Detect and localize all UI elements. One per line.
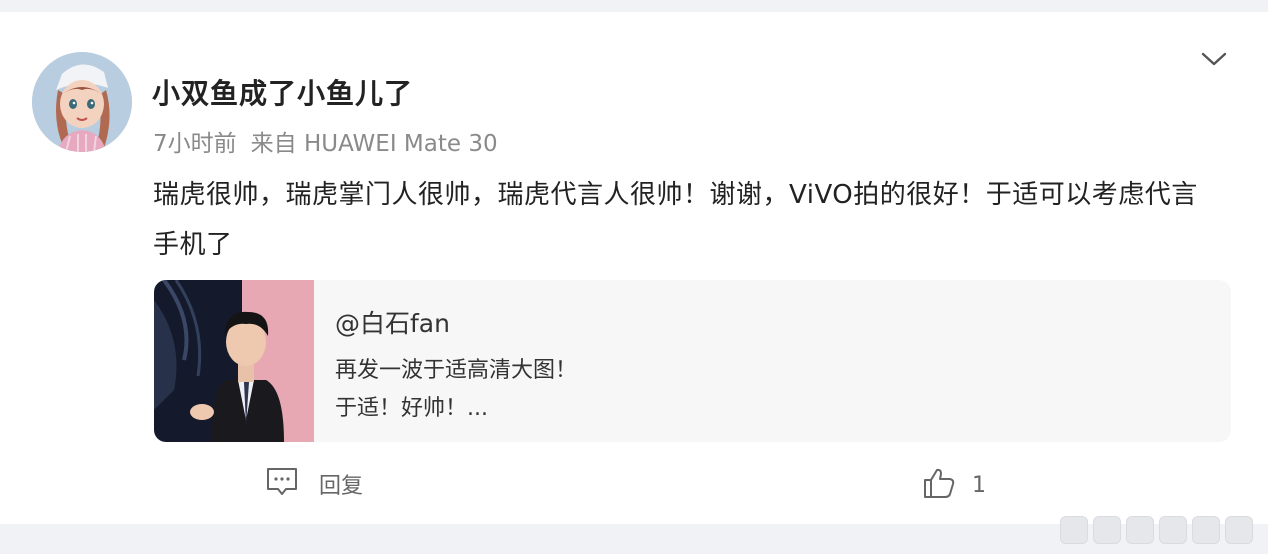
indicator-segment [1093,516,1121,544]
repost-text-line: 再发一波于适高清大图！ [335,358,578,383]
like-button[interactable]: 1 [922,466,986,504]
post-meta: 7小时前 来自 HUAWEI Mate 30 [153,124,498,158]
like-count: 1 [972,472,986,498]
scroll-indicator [1060,516,1253,544]
repost-card[interactable]: @白石fan 再发一波于适高清大图！ 于适！好帅！... [154,280,1231,442]
comment-icon [265,466,299,502]
reply-label: 回复 [319,474,364,499]
reply-button[interactable]: 回复 [265,466,363,502]
indicator-segment [1192,516,1220,544]
avatar[interactable] [32,52,132,152]
indicator-segment [1126,516,1154,544]
indicator-segment [1060,516,1088,544]
repost-text-line: 于适！好帅！... [335,396,488,421]
post-source: 来自 HUAWEI Mate 30 [250,131,498,157]
post-card: 小双鱼成了小鱼儿了 7小时前 来自 HUAWEI Mate 30 瑞虎很帅，瑞虎掌… [0,12,1268,544]
post-time: 7小时前 [153,131,237,157]
repost-thumbnail [154,280,314,442]
chevron-down-icon[interactable] [1197,48,1231,72]
thumbs-up-icon [922,466,956,504]
indicator-segment [1225,516,1253,544]
indicator-segment [1159,516,1187,544]
username[interactable]: 小双鱼成了小鱼儿了 [152,72,413,112]
post-content: 瑞虎很帅，瑞虎掌门人很帅，瑞虎代言人很帅！谢谢，ViVO拍的很好！于适可以考虑代… [153,180,1198,260]
repost-author[interactable]: @白石fan [335,304,450,340]
